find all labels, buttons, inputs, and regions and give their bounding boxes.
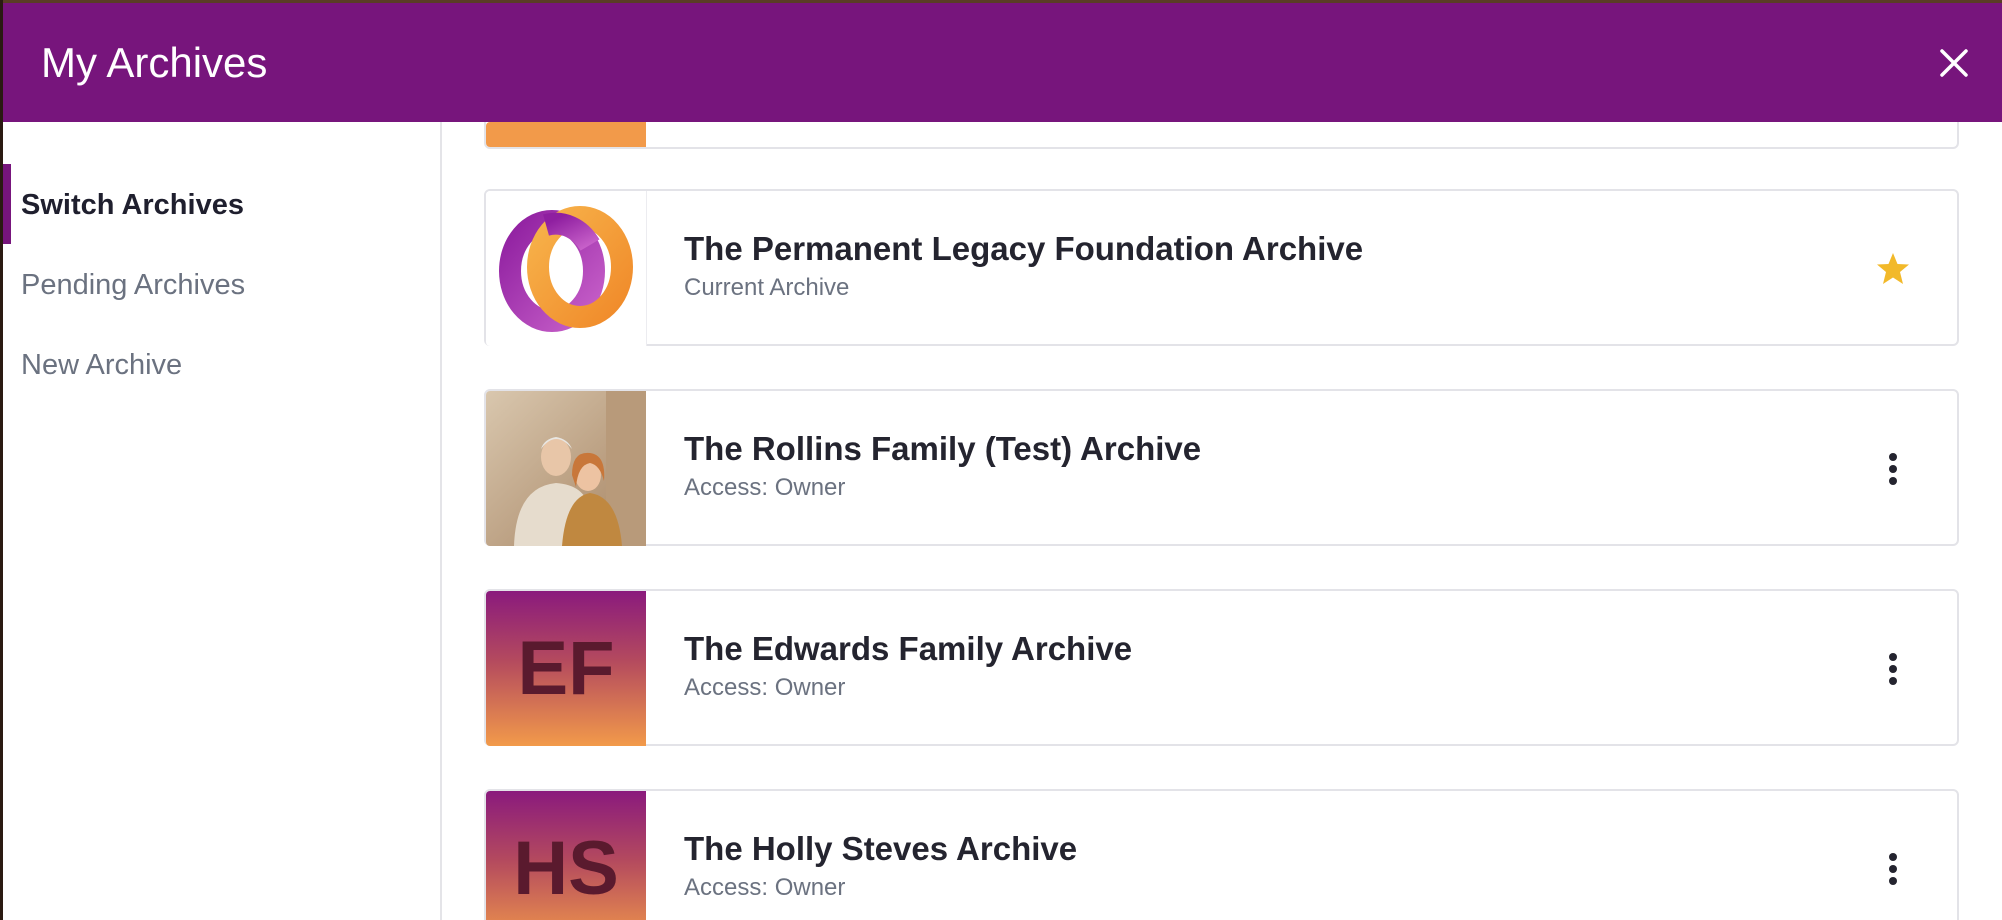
more-options-button[interactable] — [1871, 647, 1915, 691]
archive-thumb — [486, 391, 646, 546]
archive-name: The Permanent Legacy Foundation Archive — [684, 230, 1364, 267]
sidebar-item-switch-archives[interactable]: Switch Archives — [3, 164, 440, 244]
sidebar-item-pending-archives[interactable]: Pending Archives — [3, 244, 440, 324]
archive-card-partial[interactable] — [484, 122, 1959, 149]
more-vertical-icon — [1889, 653, 1897, 685]
my-archives-dialog: My Archives Switch Archives Pending Arch… — [3, 3, 2002, 920]
archive-card[interactable]: HS The Holly Steves Archive Access: Owne… — [484, 789, 1959, 920]
archive-thumb: HS — [486, 791, 646, 920]
archive-subtitle: Current Archive — [684, 274, 850, 301]
archive-thumb: EF — [486, 591, 646, 746]
archive-subtitle: Access: Owner — [684, 674, 846, 701]
more-vertical-icon — [1889, 453, 1897, 485]
sidebar-item-label: Pending Archives — [21, 269, 246, 301]
archive-subtitle: Access: Owner — [684, 474, 846, 501]
archive-initials: HS — [513, 826, 619, 911]
archive-card[interactable]: The Rollins Family (Test) Archive Access… — [484, 389, 1959, 546]
archive-card[interactable]: The Permanent Legacy Foundation Archive … — [484, 189, 1959, 346]
favorite-button[interactable] — [1871, 247, 1915, 291]
sidebar-item-label: New Archive — [21, 349, 183, 381]
sidebar-item-label: Switch Archives — [21, 189, 244, 221]
archive-name: The Holly Steves Archive — [684, 830, 1078, 867]
permanent-logo-icon — [499, 206, 633, 332]
more-options-button[interactable] — [1871, 847, 1915, 891]
star-icon — [1877, 253, 1909, 284]
couple-photo — [486, 391, 646, 546]
archive-card[interactable]: EF The Edwards Family Archive Access: Ow… — [484, 589, 1959, 746]
active-indicator — [3, 164, 11, 244]
dialog-title: My Archives — [41, 39, 268, 86]
archive-subtitle: Access: Owner — [684, 874, 846, 901]
archives-sidebar: Switch Archives Pending Archives New Arc… — [3, 122, 442, 920]
archive-thumb — [486, 191, 647, 346]
archive-initials: EF — [517, 626, 615, 711]
archive-thumb — [486, 122, 646, 147]
dialog-header: My Archives — [3, 3, 2002, 122]
close-button[interactable] — [1934, 43, 1974, 83]
more-vertical-icon — [1889, 853, 1897, 885]
archive-name: The Rollins Family (Test) Archive — [684, 430, 1202, 467]
more-options-button[interactable] — [1871, 447, 1915, 491]
archive-name: The Edwards Family Archive — [684, 630, 1133, 667]
sidebar-item-new-archive[interactable]: New Archive — [3, 324, 440, 404]
close-icon — [1940, 49, 1968, 77]
archive-list: The Permanent Legacy Foundation Archive … — [442, 122, 2002, 920]
